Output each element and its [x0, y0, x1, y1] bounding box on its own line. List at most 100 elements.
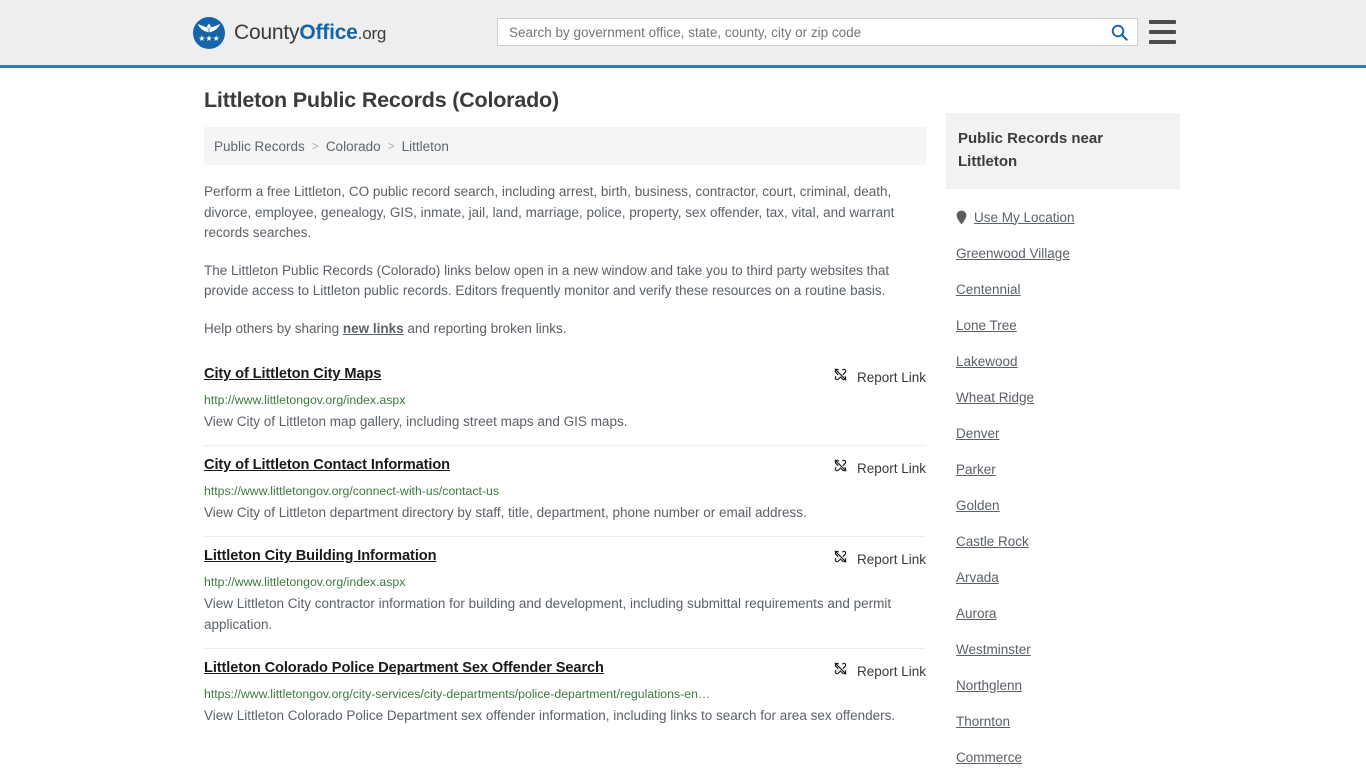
result-header: Littleton City Building Information Repo… — [204, 548, 926, 569]
result-url[interactable]: https://www.littletongov.org/connect-wit… — [204, 484, 926, 498]
breadcrumb-separator: > — [311, 139, 319, 153]
sidebar-item-westminster[interactable]: Westminster — [946, 631, 1180, 667]
sidebar-item-golden[interactable]: Golden — [946, 487, 1180, 523]
search-icon[interactable] — [1101, 19, 1137, 45]
sidebar-item-greenwood-village[interactable]: Greenwood Village — [946, 235, 1180, 271]
sidebar-item-lakewood[interactable]: Lakewood — [946, 343, 1180, 379]
report-link-label: Report Link — [856, 369, 926, 385]
sidebar-item-use-my-location[interactable]: Use My Location — [946, 199, 1180, 235]
brand-wordmark: CountyOffice.org — [234, 21, 386, 45]
sidebar-item-castle-rock[interactable]: Castle Rock — [946, 523, 1180, 559]
result-item: City of Littleton City Maps Report Link … — [204, 355, 926, 445]
intro-paragraph-3: Help others by sharing new links and rep… — [204, 302, 926, 340]
breadcrumb-separator: > — [387, 139, 395, 153]
main-column: Public Records > Colorado > Littleton Pe… — [204, 113, 926, 739]
result-title-link[interactable]: Littleton City Building Information — [204, 548, 437, 564]
sidebar-link[interactable]: Commerce — [956, 750, 1022, 765]
result-title-link[interactable]: City of Littleton City Maps — [204, 366, 381, 382]
sidebar-link[interactable]: Thornton — [956, 714, 1010, 729]
result-description: View City of Littleton department direct… — [204, 505, 807, 520]
intro-text-after: and reporting broken links. — [403, 320, 567, 336]
sidebar-link[interactable]: Wheat Ridge — [956, 390, 1034, 405]
results-list: City of Littleton City Maps Report Link … — [204, 355, 926, 739]
sidebar-link[interactable]: Arvada — [956, 570, 999, 585]
breadcrumb-item-public-records[interactable]: Public Records — [214, 139, 305, 154]
result-description: View Littleton Colorado Police Departmen… — [204, 708, 896, 723]
site-header: ★★★ CountyOffice.org — [0, 0, 1366, 68]
breadcrumb-item-littleton: Littleton — [401, 138, 449, 154]
sidebar-nearby-list: Use My Location Greenwood Village Centen… — [946, 199, 1180, 768]
sidebar-item-thornton[interactable]: Thornton — [946, 703, 1180, 739]
sidebar-link[interactable]: Castle Rock — [956, 534, 1029, 549]
brand-part-org: .org — [357, 23, 387, 43]
hamburger-menu-icon[interactable] — [1149, 20, 1176, 44]
sidebar-heading: Public Records near Littleton — [946, 113, 1180, 189]
broken-link-icon — [833, 458, 848, 478]
search-input[interactable] — [498, 19, 1101, 45]
sidebar: Public Records near Littleton Use My Loc… — [946, 113, 1180, 768]
sidebar-link[interactable]: Lone Tree — [956, 318, 1017, 333]
sidebar-item-parker[interactable]: Parker — [946, 451, 1180, 487]
search-bar[interactable] — [497, 18, 1138, 46]
sidebar-item-aurora[interactable]: Aurora — [946, 595, 1180, 631]
menu-bar-1 — [1149, 20, 1176, 24]
sidebar-link[interactable]: Golden — [956, 498, 1000, 513]
sidebar-item-lone-tree[interactable]: Lone Tree — [946, 307, 1180, 343]
map-pin-icon — [956, 210, 967, 225]
broken-link-icon — [833, 661, 848, 681]
report-link-button[interactable]: Report Link — [833, 548, 926, 569]
breadcrumb-item-colorado[interactable]: Colorado — [326, 139, 381, 154]
sidebar-link[interactable]: Westminster — [956, 642, 1031, 657]
sidebar-link[interactable]: Northglenn — [956, 678, 1022, 693]
sidebar-link[interactable]: Lakewood — [956, 354, 1018, 369]
county-office-seal-icon: ★★★ — [193, 16, 225, 49]
sidebar-link[interactable]: Greenwood Village — [956, 246, 1070, 261]
brand-part-office: Office — [299, 20, 358, 44]
result-header: City of Littleton City Maps Report Link — [204, 366, 926, 387]
menu-bar-3 — [1149, 40, 1176, 44]
page-body: Littleton Public Records (Colorado) Publ… — [0, 68, 1366, 768]
site-logo-link[interactable]: ★★★ CountyOffice.org — [193, 16, 386, 49]
menu-bar-2 — [1149, 30, 1176, 34]
result-description: View City of Littleton map gallery, incl… — [204, 414, 628, 429]
result-header: Littleton Colorado Police Department Sex… — [204, 660, 926, 681]
result-description: View Littleton City contractor informati… — [204, 596, 892, 632]
result-title-link[interactable]: Littleton Colorado Police Department Sex… — [204, 660, 604, 676]
result-header: City of Littleton Contact Information Re… — [204, 457, 926, 478]
content-row: Public Records > Colorado > Littleton Pe… — [0, 113, 1366, 768]
sidebar-item-centennial[interactable]: Centennial — [946, 271, 1180, 307]
breadcrumb: Public Records > Colorado > Littleton — [204, 127, 926, 165]
report-link-button[interactable]: Report Link — [833, 660, 926, 681]
new-links-link[interactable]: new links — [343, 321, 404, 336]
result-url[interactable]: http://www.littletongov.org/index.aspx — [204, 575, 926, 589]
sidebar-link[interactable]: Denver — [956, 426, 1000, 441]
result-item: City of Littleton Contact Information Re… — [204, 445, 926, 536]
sidebar-link[interactable]: Centennial — [956, 282, 1021, 297]
sidebar-item-arvada[interactable]: Arvada — [946, 559, 1180, 595]
sidebar-item-northglenn[interactable]: Northglenn — [946, 667, 1180, 703]
result-url[interactable]: https://www.littletongov.org/city-servic… — [204, 687, 926, 701]
result-item: Littleton Colorado Police Department Sex… — [204, 648, 926, 739]
result-url[interactable]: http://www.littletongov.org/index.aspx — [204, 393, 926, 407]
report-link-label: Report Link — [856, 460, 926, 476]
report-link-label: Report Link — [856, 663, 926, 679]
broken-link-icon — [833, 549, 848, 569]
sidebar-item-denver[interactable]: Denver — [946, 415, 1180, 451]
result-title-link[interactable]: City of Littleton Contact Information — [204, 457, 450, 473]
intro-text-before: Help others by sharing — [204, 320, 343, 336]
report-link-button[interactable]: Report Link — [833, 366, 926, 387]
intro-paragraph-2: The Littleton Public Records (Colorado) … — [204, 262, 890, 299]
three-stars-icon: ★★★ — [198, 33, 220, 43]
page-title: Littleton Public Records (Colorado) — [204, 88, 559, 112]
report-link-label: Report Link — [856, 551, 926, 567]
result-item: Littleton City Building Information Repo… — [204, 536, 926, 648]
intro-paragraph-1: Perform a free Littleton, CO public reco… — [204, 184, 895, 240]
broken-link-icon — [833, 367, 848, 387]
report-link-button[interactable]: Report Link — [833, 457, 926, 478]
sidebar-link[interactable]: Parker — [956, 462, 996, 477]
sidebar-item-wheat-ridge[interactable]: Wheat Ridge — [946, 379, 1180, 415]
brand-part-county: County — [234, 20, 300, 44]
sidebar-link[interactable]: Aurora — [956, 606, 997, 621]
use-my-location-link[interactable]: Use My Location — [974, 210, 1075, 225]
sidebar-item-commerce[interactable]: Commerce — [946, 739, 1180, 768]
